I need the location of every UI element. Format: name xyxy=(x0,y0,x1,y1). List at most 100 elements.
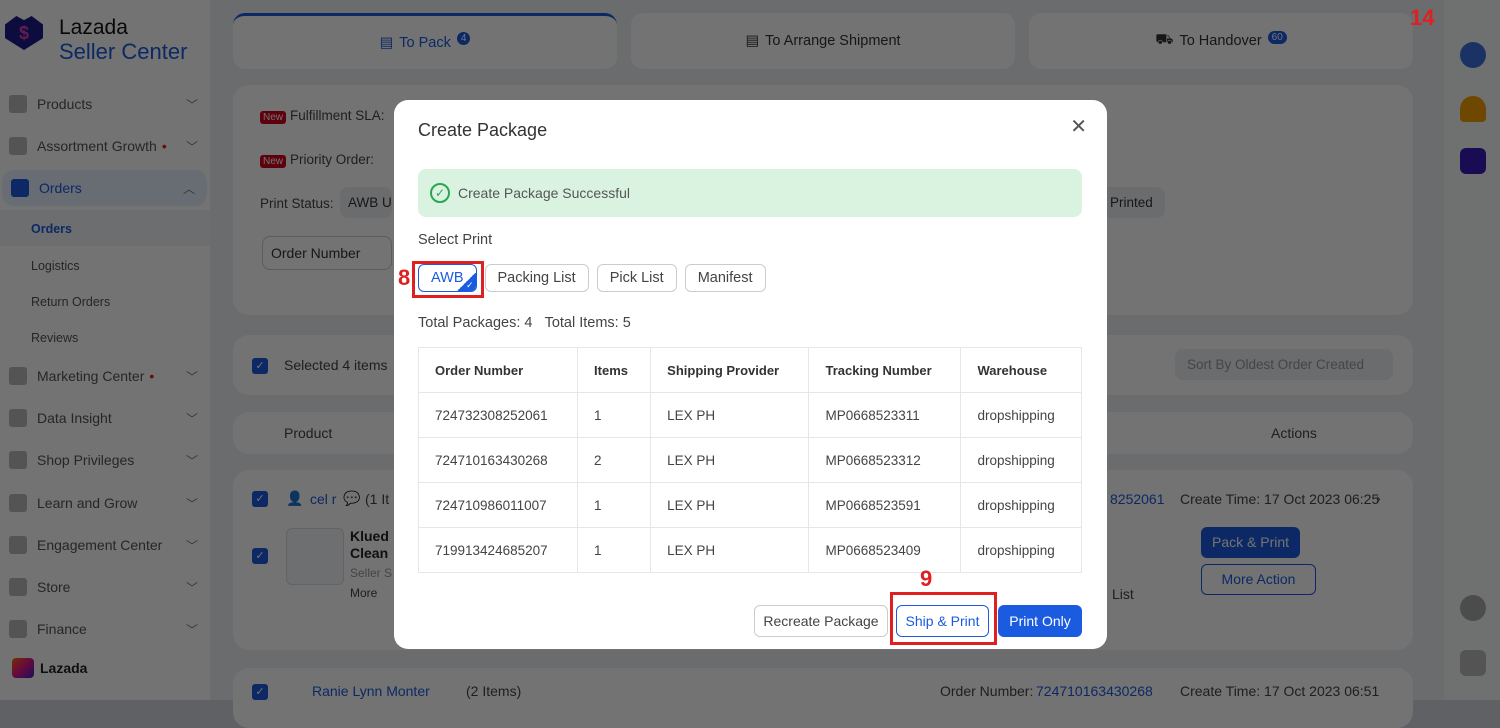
chevron-down-icon: ﹀ xyxy=(185,453,198,468)
sidebar-item-learn-and-grow[interactable]: Learn and Grow ﹀ xyxy=(0,485,210,521)
cell-order-number: 724710163430268 xyxy=(417,437,579,483)
buyer-name[interactable]: cel r xyxy=(310,491,336,507)
gear-icon[interactable] xyxy=(1460,595,1486,621)
sidebar-item-engagement-center[interactable]: Engagement Center ﹀ xyxy=(0,527,210,563)
cell-items: 2 xyxy=(577,437,652,483)
cell-items: 1 xyxy=(577,482,652,528)
sidebar-item-data-insight[interactable]: Data Insight ﹀ xyxy=(0,400,210,436)
option-pick-list[interactable]: Pick List xyxy=(596,264,677,292)
edit-icon[interactable] xyxy=(1460,650,1486,676)
marketing-icon xyxy=(9,367,27,385)
tab-label: To Handover xyxy=(1179,33,1262,49)
order-number-select[interactable]: Order Number xyxy=(262,236,392,270)
col-product: Product xyxy=(284,425,333,441)
sidebar-item-marketing-center[interactable]: Marketing Center • ﹀ xyxy=(0,358,210,394)
sidebar-sub-reviews[interactable]: Reviews xyxy=(31,331,78,345)
success-text: Create Package Successful xyxy=(458,185,630,201)
packing-list-fragment: List xyxy=(1112,586,1134,602)
table-row: 724732308252061 1 LEX PH MP0668523311 dropsh… xyxy=(417,392,1082,438)
label: Finance xyxy=(37,621,87,637)
total-items: Total Items: 5 xyxy=(544,315,631,331)
table-row: 724710163430268 2 LEX PH MP0668523312 dropsh… xyxy=(417,437,1082,483)
footer-logo: Lazada xyxy=(12,658,87,678)
chevron-down-icon: ﹀ xyxy=(185,97,198,112)
bell-icon[interactable] xyxy=(1460,96,1486,122)
logo[interactable]: $ Lazada Seller Center xyxy=(5,16,187,64)
chevron-right-icon[interactable]: › xyxy=(1376,490,1381,506)
print-status-label: Print Status: xyxy=(260,196,334,211)
item-checkbox[interactable]: ✓ xyxy=(252,548,268,564)
order-checkbox[interactable]: ✓ xyxy=(252,684,268,700)
new-tag: New xyxy=(260,111,287,124)
create-package-dialog: Create Package ✕ ✓ Create Package Success… xyxy=(394,100,1107,649)
sidebar-sub-orders[interactable]: Orders xyxy=(31,222,72,236)
total-packages: Total Packages: 4 xyxy=(418,315,533,331)
brand-name: Lazada xyxy=(59,16,128,39)
chat-support-icon[interactable] xyxy=(1460,42,1486,68)
sidebar-item-assortment-growth[interactable]: Assortment Growth • ﹀ xyxy=(0,128,210,164)
learn-icon xyxy=(9,494,27,512)
seller-sku: Seller S xyxy=(350,566,393,580)
printed-filter-chip[interactable]: Printed xyxy=(1098,187,1165,218)
recreate-package-button[interactable]: Recreate Package xyxy=(754,605,888,637)
engagement-icon xyxy=(9,536,27,554)
annotation-box-9 xyxy=(890,592,997,645)
cell-warehouse: dropshipping xyxy=(960,392,1082,438)
footer-brand: Lazada xyxy=(40,660,88,676)
option-manifest[interactable]: Manifest xyxy=(684,264,766,292)
cell-order-number: 719913424685207 xyxy=(417,527,579,573)
item-count: (1 It xyxy=(365,491,390,507)
print-only-button[interactable]: Print Only xyxy=(998,605,1082,637)
pack-print-button[interactable]: Pack & Print xyxy=(1201,527,1300,558)
order-number-link[interactable]: 8252061 xyxy=(1110,491,1165,507)
priority-order-label: New Priority Order: xyxy=(260,152,375,168)
sidebar-item-finance[interactable]: Finance ﹀ xyxy=(0,611,210,647)
brand-subtitle: Seller Center xyxy=(59,39,188,64)
sidebar-item-products[interactable]: Products ﹀ xyxy=(0,86,210,122)
label: Store xyxy=(37,579,71,595)
chevron-down-icon: ﹀ xyxy=(185,622,198,637)
close-icon[interactable]: ✕ xyxy=(1070,114,1087,139)
new-tag: New xyxy=(260,155,287,168)
tab-to-arrange-shipment[interactable]: ▤ To Arrange Shipment xyxy=(631,13,1015,69)
sidebar-item-store[interactable]: Store ﹀ xyxy=(0,569,210,605)
create-time: Create Time: 17 Oct 2023 06:51 xyxy=(1180,683,1380,699)
order-checkbox[interactable]: ✓ xyxy=(252,491,268,507)
right-rail xyxy=(1444,0,1500,700)
success-alert: ✓ Create Package Successful xyxy=(418,169,1082,217)
data-icon xyxy=(9,409,27,427)
chevron-down-icon: ﹀ xyxy=(185,538,198,553)
product-thumbnail[interactable] xyxy=(286,528,344,585)
tab-to-pack[interactable]: ▤ To Pack 4 xyxy=(233,13,617,69)
assistant-bot-icon[interactable] xyxy=(1460,148,1486,174)
select-all-checkbox[interactable]: ✓ xyxy=(252,358,268,374)
order-number-label: Order Number: xyxy=(940,683,1034,699)
sidebar-item-shop-privileges[interactable]: Shop Privileges ﹀ xyxy=(0,442,210,478)
clipboard-icon: ▤ xyxy=(379,34,394,51)
order-number-link[interactable]: 724710163430268 xyxy=(1036,683,1153,699)
option-packing-list[interactable]: Packing List xyxy=(484,264,589,292)
sidebar-sub-return-orders[interactable]: Return Orders xyxy=(31,295,110,309)
chat-icon[interactable]: 💬 xyxy=(343,490,360,507)
tab-to-handover[interactable]: ⛟ To Handover 60 xyxy=(1029,13,1413,69)
more-link[interactable]: More xyxy=(350,586,377,600)
product-name-1: Klued xyxy=(350,528,389,544)
totals: Total Packages: 4 Total Items: 5 xyxy=(418,315,631,331)
store-icon xyxy=(9,578,27,596)
red-dot: • xyxy=(149,368,155,384)
sort-by-select[interactable]: Sort By Oldest Order Created xyxy=(1175,349,1393,380)
dialog-title: Create Package xyxy=(418,120,548,140)
sidebar-sub-logistics[interactable]: Logistics xyxy=(31,259,80,273)
table-row: 719913424685207 1 LEX PH MP0668523409 dropsh… xyxy=(417,527,1082,573)
packages-table: Order Number Items Shipping Provider Tra… xyxy=(417,347,1082,573)
sidebar-item-orders[interactable]: Orders ︿ xyxy=(2,170,207,206)
more-action-button[interactable]: More Action xyxy=(1201,564,1316,595)
privileges-icon xyxy=(9,451,27,469)
label: Assortment Growth xyxy=(37,138,157,154)
table-row: 724710986011007 1 LEX PH MP0668523591 dropsh… xyxy=(417,482,1082,528)
buyer-name[interactable]: Ranie Lynn Monter xyxy=(312,683,430,699)
awb-filter-chip[interactable]: AWB U xyxy=(340,187,392,218)
label: Fulfillment SLA: xyxy=(290,108,385,123)
col-actions: Actions xyxy=(1271,425,1317,441)
label: Priority Order: xyxy=(290,152,375,167)
